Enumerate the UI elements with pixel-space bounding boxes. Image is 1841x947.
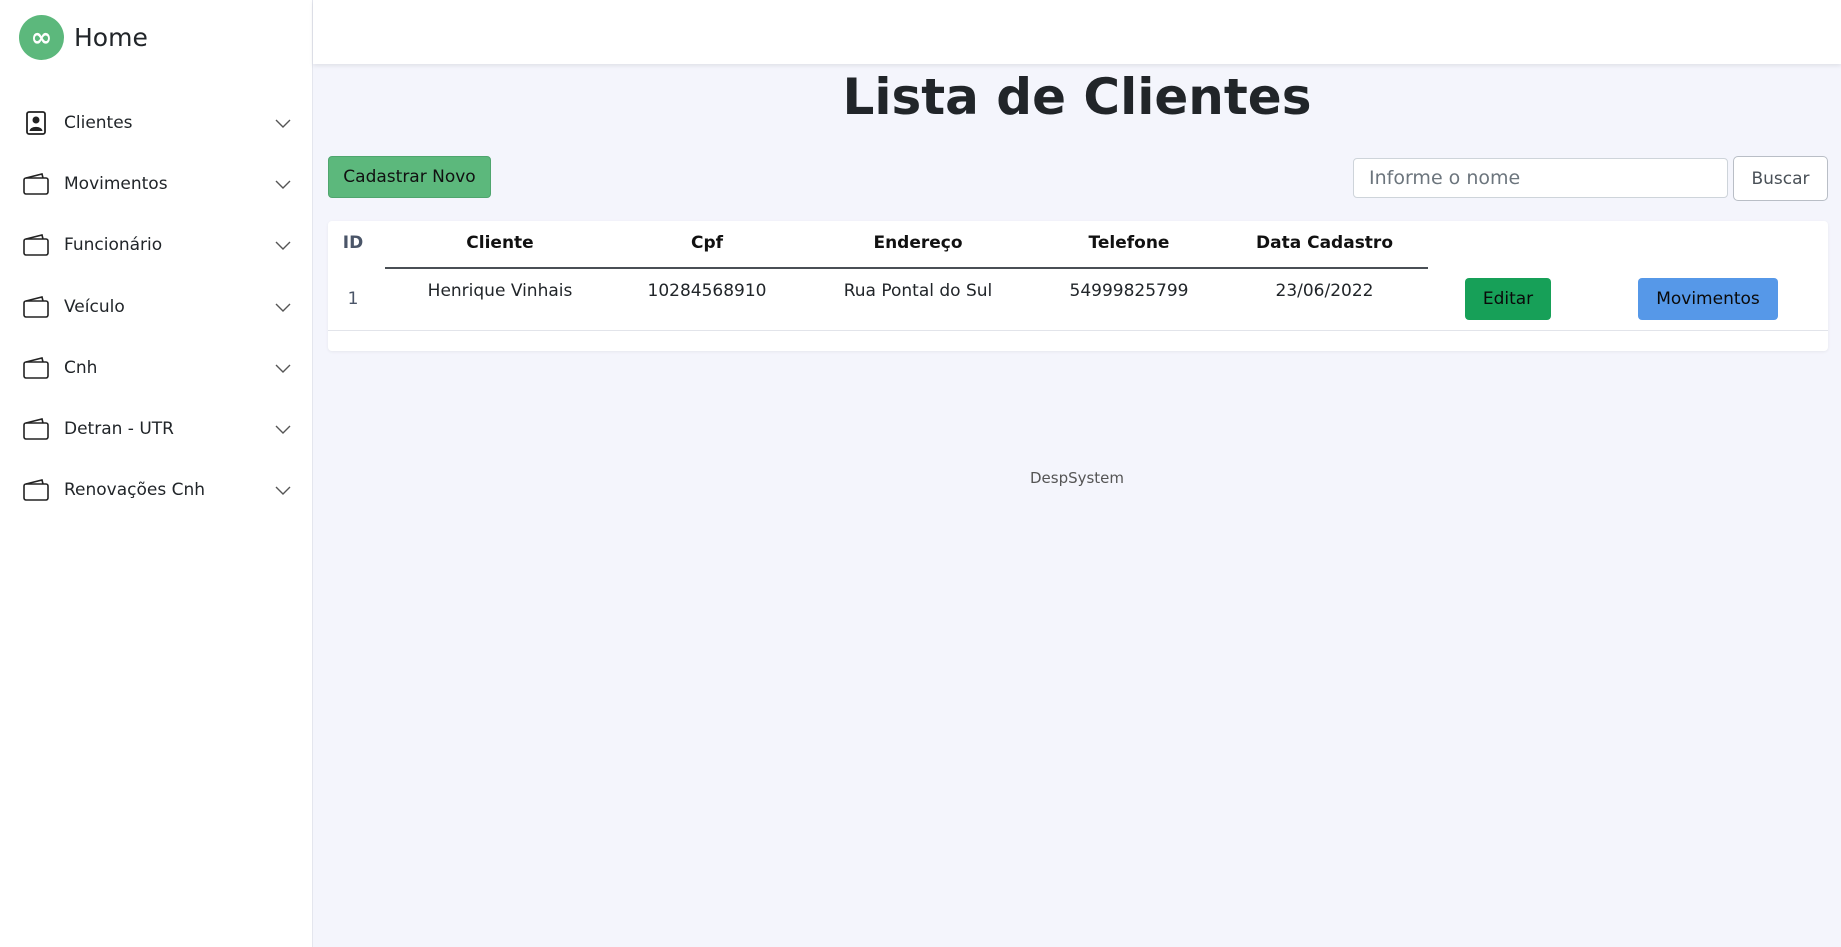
sidebar-item-movimentos[interactable]: Movimentos: [0, 153, 313, 214]
column-header-telefone: Telefone: [1088, 233, 1170, 253]
cell-endereco: Rua Pontal do Sul: [843, 281, 993, 301]
sidebar-item-funcionario[interactable]: Funcionário: [0, 215, 313, 276]
column-header-cliente: Cliente: [466, 233, 534, 253]
cell-cliente: Henrique Vinhais: [427, 281, 573, 301]
top-bar: [313, 0, 1841, 64]
sidebar-item-detran-utr[interactable]: Detran - UTR: [0, 398, 313, 459]
footer-text: DespSystem: [1029, 469, 1125, 487]
brand-title[interactable]: Home: [74, 23, 148, 52]
chevron-down-icon: [275, 241, 291, 251]
wallet-icon: [23, 294, 49, 320]
cadastrar-novo-button[interactable]: Cadastrar Novo: [328, 156, 491, 198]
column-header-data-cadastro: Data Cadastro: [1256, 233, 1393, 253]
wallet-icon: [23, 355, 49, 381]
chevron-down-icon: [275, 303, 291, 312]
sidebar-item-label: Movimentos: [64, 173, 168, 194]
brand[interactable]: ∞ Home: [19, 15, 148, 60]
cell-data-cadastro: 23/06/2022: [1275, 281, 1374, 301]
editar-button[interactable]: Editar: [1465, 278, 1551, 320]
wallet-icon: [23, 477, 49, 503]
movimentos-button[interactable]: Movimentos: [1638, 278, 1778, 320]
header-divider: [385, 267, 1428, 269]
buscar-button[interactable]: Buscar: [1733, 156, 1828, 201]
cell-cpf: 10284568910: [647, 281, 767, 301]
column-header-id: ID: [342, 233, 364, 253]
infinity-logo-icon: ∞: [19, 15, 64, 60]
wallet-icon: [23, 232, 49, 258]
chevron-down-icon: [275, 425, 291, 435]
column-header-endereco: Endereço: [873, 233, 963, 253]
search-input[interactable]: [1353, 158, 1728, 198]
wallet-icon: [23, 416, 49, 442]
page-title: Lista de Clientes: [842, 68, 1312, 126]
sidebar-item-clientes[interactable]: Clientes: [0, 92, 313, 153]
sidebar-item-label: Renovações Cnh: [64, 480, 206, 501]
cell-id: 1: [347, 289, 359, 309]
chevron-down-icon: [275, 180, 291, 189]
sidebar-item-label: Cnh: [64, 357, 98, 378]
chevron-down-icon: [275, 364, 291, 373]
chevron-down-icon: [275, 486, 291, 496]
sidebar-item-cnh[interactable]: Cnh: [0, 337, 313, 398]
sidebar-item-renovacoes-cnh[interactable]: Renovações Cnh: [0, 460, 313, 521]
clients-table: ID Cliente Cpf Endereço Telefone Data Ca…: [328, 221, 1828, 351]
sidebar-item-label: Detran - UTR: [64, 419, 174, 440]
wallet-icon: [23, 171, 49, 197]
person-badge-icon: [23, 110, 49, 136]
sidebar-nav: Clientes Movimentos Funcionário Veículo: [0, 92, 313, 521]
sidebar-item-veiculo[interactable]: Veículo: [0, 276, 313, 337]
sidebar: ∞ Home Clientes Movimentos Funcionário V…: [0, 0, 313, 947]
column-header-cpf: Cpf: [690, 233, 724, 253]
sidebar-item-label: Clientes: [64, 112, 133, 133]
sidebar-item-label: Funcionário: [64, 235, 163, 256]
sidebar-item-label: Veículo: [64, 296, 125, 317]
chevron-down-icon: [275, 119, 291, 128]
cell-telefone: 54999825799: [1069, 281, 1189, 301]
row-divider: [328, 330, 1828, 331]
